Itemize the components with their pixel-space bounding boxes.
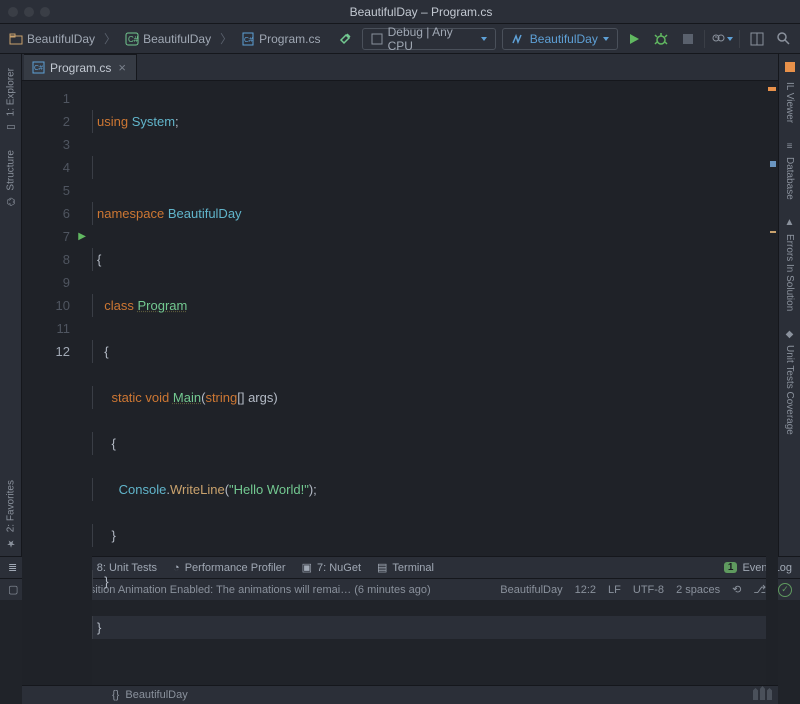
titlebar: BeautifulDay – Program.cs (0, 0, 800, 24)
editor-area: C# Program.cs × 1 2 3 4 5 6 7▶ 8 9 10 11… (22, 54, 778, 556)
debug-button[interactable] (651, 28, 672, 50)
gutter[interactable]: 1 2 3 4 5 6 7▶ 8 9 10 11 12 (22, 81, 92, 685)
tab-bar: C# Program.cs × (22, 54, 778, 81)
breadcrumb-solution[interactable]: BeautifulDay (6, 31, 98, 47)
code-analysis-icon[interactable] (753, 686, 772, 704)
breadcrumb-project[interactable]: C# BeautifulDay (122, 31, 214, 47)
notification-icon[interactable] (785, 62, 795, 72)
right-tool-strip: IL Viewer ≡ Database ▲ Errors In Solutio… (778, 54, 800, 556)
maximize-window-icon[interactable] (40, 7, 50, 17)
toolbar: BeautifulDay 〉 C# BeautifulDay 〉 C# Prog… (0, 24, 800, 54)
chevron-down-icon (481, 37, 487, 41)
run-gutter-icon[interactable]: ▶ (78, 225, 86, 248)
minimize-window-icon[interactable] (24, 7, 34, 17)
warning-icon: ▲ (783, 216, 797, 230)
database-icon: ≡ (783, 139, 797, 153)
inspection-marker[interactable] (768, 87, 776, 91)
breadcrumb-namespace[interactable]: BeautifulDay (125, 689, 187, 701)
marker-strip[interactable] (766, 81, 778, 685)
inspection-status-icon[interactable]: ✓ (778, 583, 792, 597)
svg-text:C#: C# (128, 35, 139, 44)
window-controls (8, 7, 50, 17)
chevron-down-icon (603, 37, 609, 41)
csproj-icon: C# (125, 32, 139, 46)
explorer-tool[interactable]: ▭ 1: Explorer (4, 62, 18, 140)
favorites-tool[interactable]: ★ 2: Favorites (4, 474, 18, 556)
dotnet-icon (511, 32, 525, 46)
close-window-icon[interactable] (8, 7, 18, 17)
structure-tool[interactable]: ⌬ Structure (4, 144, 18, 215)
run-config-selector[interactable]: Debug | Any CPU (362, 28, 495, 50)
window-title: BeautifulDay – Program.cs (50, 5, 792, 19)
code-content[interactable]: using System; namespace BeautifulDay { c… (92, 81, 766, 685)
structure-icon: ⌬ (4, 195, 18, 209)
inspection-marker[interactable] (770, 161, 776, 167)
breadcrumb-sep: 〉 (220, 30, 232, 47)
errors-tool[interactable]: ▲ Errors In Solution (783, 210, 797, 317)
chevron-down-icon (727, 37, 733, 41)
config-icon (371, 33, 382, 45)
breadcrumb-file[interactable]: C# Program.cs (238, 31, 323, 47)
svg-text:C#: C# (34, 65, 43, 72)
star-icon: ★ (4, 536, 18, 550)
close-tab-icon[interactable]: × (118, 60, 126, 75)
code-editor[interactable]: 1 2 3 4 5 6 7▶ 8 9 10 11 12 using System… (22, 81, 778, 685)
svg-text:C#: C# (244, 37, 253, 44)
folder-icon (9, 32, 23, 46)
braces-icon: {} (112, 689, 119, 701)
shield-icon: ◆ (783, 327, 797, 341)
run-button[interactable] (624, 28, 645, 50)
stop-button[interactable] (678, 28, 699, 50)
list-icon: ≣ (8, 561, 17, 574)
build-hammer-icon[interactable] (335, 28, 356, 50)
project-icon: ▭ (4, 120, 18, 134)
cs-file-icon: C# (32, 61, 45, 74)
il-viewer-tool[interactable]: IL Viewer (784, 76, 795, 129)
coverage-tool[interactable]: ◆ Unit Tests Coverage (783, 321, 797, 441)
search-icon[interactable] (773, 28, 794, 50)
project-selector[interactable]: BeautifulDay (502, 28, 618, 50)
cs-file-icon: C# (241, 32, 255, 46)
tool-windows-icon[interactable]: ▢ (8, 583, 18, 596)
database-tool[interactable]: ≡ Database (783, 133, 797, 206)
left-tool-strip: ▭ 1: Explorer ⌬ Structure ★ 2: Favorites (0, 54, 22, 556)
inspection-marker[interactable] (770, 231, 776, 233)
file-tab[interactable]: C# Program.cs × (24, 54, 137, 80)
breadcrumb-sep: 〉 (104, 30, 116, 47)
editor-breadcrumb: {} BeautifulDay (22, 685, 778, 704)
layout-icon[interactable] (746, 28, 767, 50)
profile-tools-icon[interactable] (711, 28, 733, 50)
